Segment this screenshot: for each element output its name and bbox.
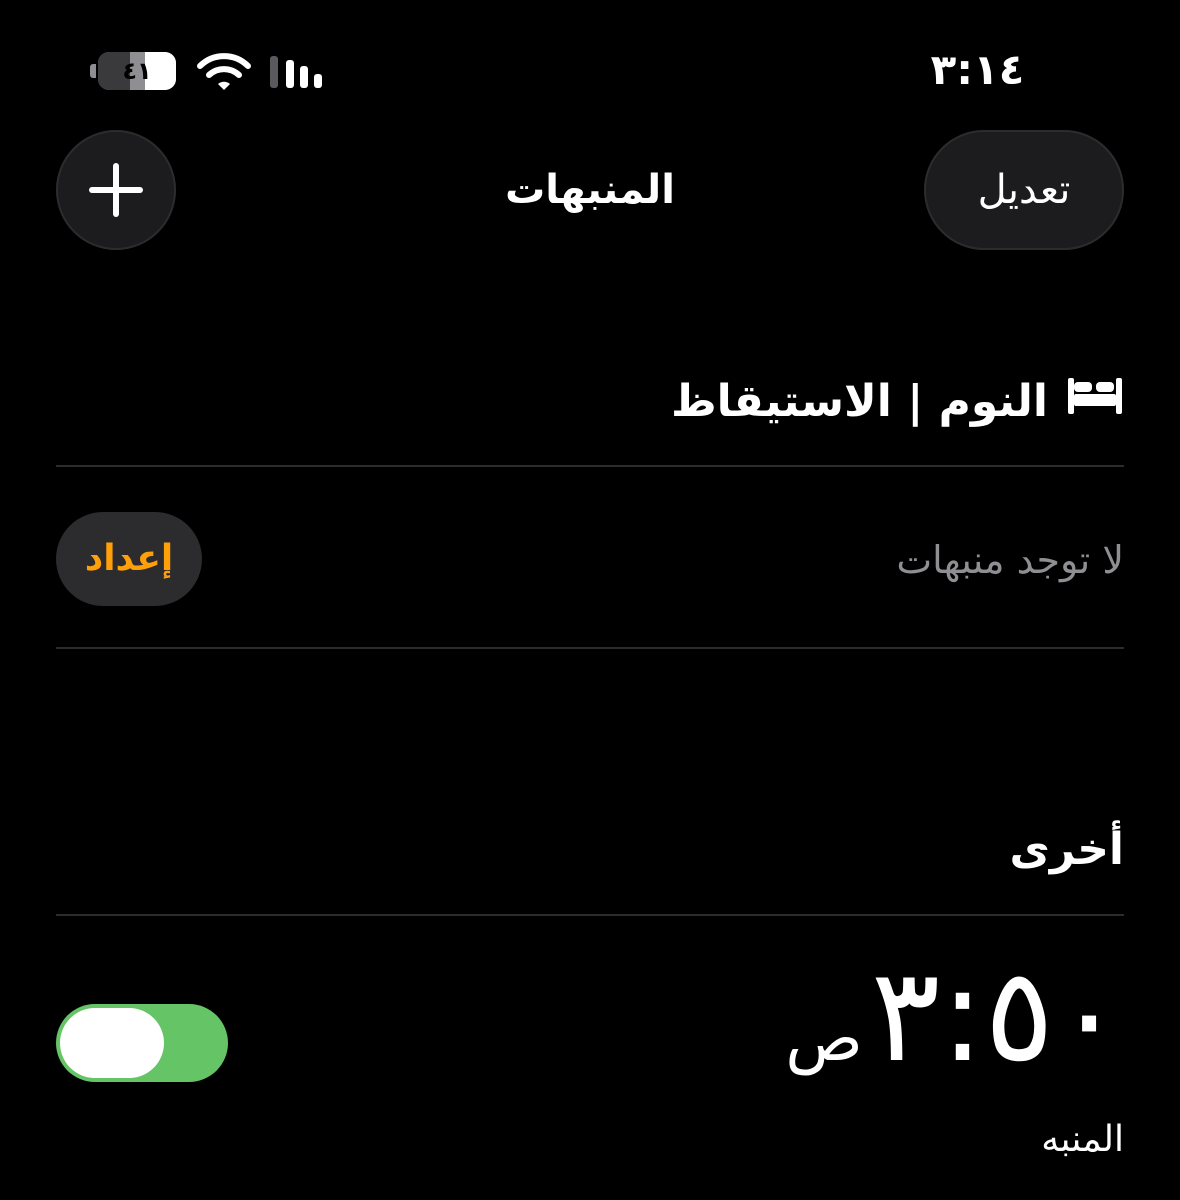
sleep-section-title: النوم | الاستيقاظ — [670, 376, 1048, 427]
alarms-screen: ٤١ ٣:١٤ المنبهات تعديل النوم | الاستيقاظ… — [0, 0, 1180, 1200]
alarm-ampm: ص — [785, 1002, 863, 1076]
wifi-icon — [196, 52, 252, 92]
alarm-time: ٣:٥٠ص — [785, 930, 1124, 1140]
page-title: المنبهات — [505, 167, 675, 213]
alarm-time-digits: ٣:٥٠ — [870, 939, 1124, 1091]
battery-tip — [90, 64, 96, 78]
add-alarm-button[interactable] — [56, 130, 176, 250]
plus-icon — [89, 163, 143, 217]
other-section-title: أخرى — [1009, 824, 1125, 875]
setup-button[interactable]: إعداد — [56, 512, 202, 606]
sleep-section-header: النوم | الاستيقاظ — [671, 372, 1124, 432]
divider — [56, 647, 1124, 649]
status-time: ٣:١٤ — [930, 45, 1025, 94]
divider — [56, 914, 1124, 916]
no-alarms-text: لا توجد منبهات — [896, 538, 1124, 582]
battery-level: ٤١ — [122, 57, 152, 85]
other-section-header: أخرى — [1010, 820, 1125, 880]
divider — [56, 465, 1124, 467]
toggle-knob — [60, 1008, 164, 1078]
alarm-label: المنبه — [1041, 1119, 1124, 1160]
edit-button[interactable]: تعديل — [924, 130, 1124, 250]
alarm-toggle[interactable] — [56, 1004, 228, 1082]
cellular-signal-icon — [270, 52, 332, 90]
battery-indicator: ٤١ — [90, 52, 176, 90]
bed-icon — [1066, 372, 1124, 432]
